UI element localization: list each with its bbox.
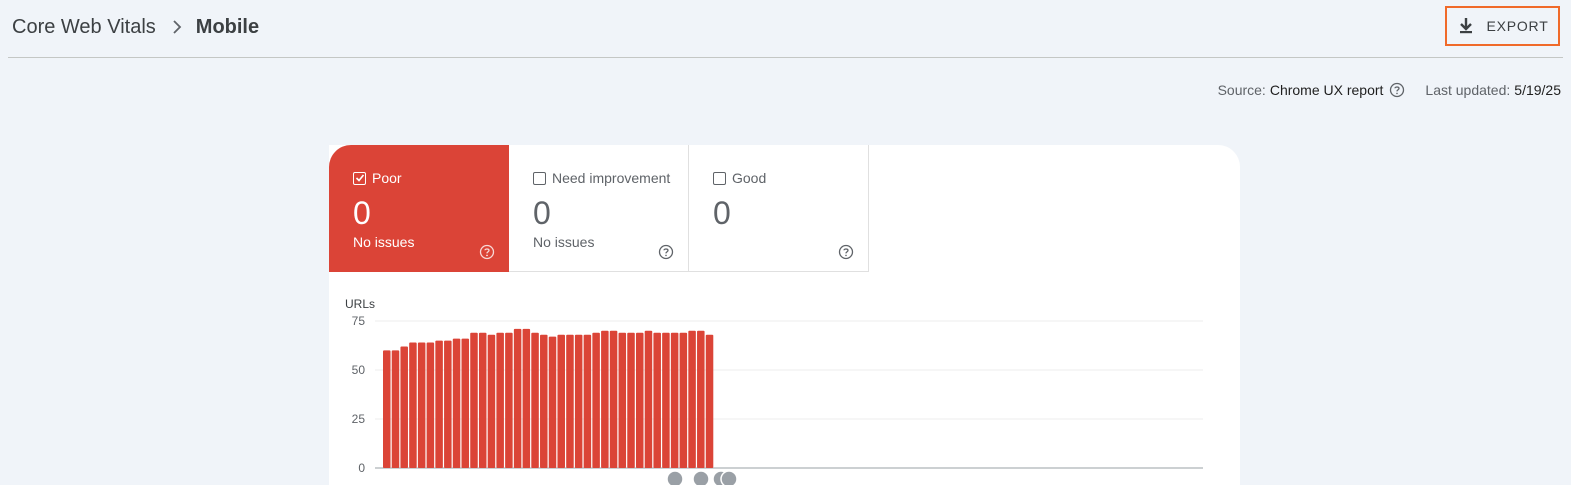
bar bbox=[461, 338, 470, 468]
bar bbox=[662, 332, 670, 468]
checkbox-unchecked-icon[interactable] bbox=[713, 171, 726, 185]
bar bbox=[444, 340, 452, 468]
bar bbox=[452, 338, 461, 468]
bar bbox=[609, 330, 618, 468]
urls-chart: URLs 75 50 25 0 bbox=[329, 272, 1240, 485]
bar bbox=[557, 334, 565, 468]
tile-count: 0 bbox=[353, 195, 371, 231]
status-tiles: Poor 0 No issues Need improvement 0 No i… bbox=[329, 145, 869, 272]
bar bbox=[670, 332, 679, 468]
bar bbox=[522, 328, 531, 468]
bar bbox=[618, 332, 627, 468]
report-meta: Source: Chrome UX report Last updated: 5… bbox=[1218, 80, 1561, 100]
last-updated-value: 5/19/25 bbox=[1514, 82, 1561, 98]
last-updated-label: Last updated: bbox=[1425, 82, 1511, 98]
y-tick-label: 0 bbox=[358, 461, 365, 475]
bar bbox=[513, 328, 522, 468]
bar bbox=[653, 332, 661, 468]
tile-label: Poor bbox=[372, 170, 402, 186]
header-divider bbox=[8, 57, 1563, 58]
annotation-marker bbox=[692, 470, 710, 485]
tile-label: Need improvement bbox=[552, 170, 671, 186]
bar bbox=[435, 340, 443, 468]
bar bbox=[705, 334, 714, 468]
bar bbox=[487, 334, 496, 468]
urls-bar-chart: URLs 75 50 25 0 bbox=[345, 297, 1203, 485]
checkbox-checked-icon[interactable] bbox=[353, 171, 366, 185]
bar bbox=[391, 350, 400, 468]
checkbox-unchecked-icon[interactable] bbox=[533, 171, 546, 185]
bar bbox=[679, 332, 688, 468]
tile-poor[interactable]: Poor 0 No issues bbox=[329, 145, 509, 272]
bar bbox=[635, 332, 644, 468]
bar bbox=[540, 334, 548, 468]
y-axis-label: URLs bbox=[345, 297, 375, 311]
download-icon bbox=[1460, 18, 1473, 34]
annotation-marker bbox=[720, 470, 738, 485]
bar bbox=[417, 342, 426, 468]
export-label: EXPORT bbox=[1486, 18, 1549, 34]
export-button[interactable]: EXPORT bbox=[1445, 6, 1560, 46]
bar bbox=[496, 332, 504, 468]
tile-good[interactable]: Good 0 bbox=[689, 145, 869, 272]
chevron-right-icon bbox=[172, 19, 182, 35]
bar bbox=[400, 346, 408, 468]
status-card: Poor 0 No issues Need improvement 0 No i… bbox=[329, 145, 1240, 485]
bar bbox=[592, 332, 600, 468]
bar bbox=[383, 350, 391, 468]
breadcrumb-parent-link[interactable]: Core Web Vitals bbox=[12, 16, 156, 39]
bar bbox=[697, 330, 705, 468]
tile-label: Good bbox=[732, 170, 767, 186]
y-tick-label: 50 bbox=[352, 363, 366, 377]
bar bbox=[531, 332, 539, 468]
bar bbox=[470, 332, 478, 468]
bar bbox=[627, 332, 635, 468]
help-icon[interactable] bbox=[479, 244, 495, 260]
y-tick-label: 75 bbox=[352, 314, 366, 328]
bar bbox=[409, 342, 417, 468]
source-label: Source: bbox=[1217, 82, 1266, 98]
y-tick-label: 25 bbox=[352, 412, 366, 426]
bar bbox=[505, 332, 513, 468]
help-icon[interactable] bbox=[838, 244, 854, 260]
bar bbox=[566, 334, 574, 468]
bar bbox=[478, 332, 487, 468]
tile-subtitle: No issues bbox=[533, 234, 595, 250]
page-title: Mobile bbox=[195, 15, 260, 38]
tile-count: 0 bbox=[533, 195, 551, 231]
page-header: Core Web Vitals Mobile EXPORT bbox=[0, 0, 1571, 58]
bar bbox=[574, 334, 583, 468]
tile-subtitle: No issues bbox=[353, 234, 415, 250]
breadcrumb: Core Web Vitals Mobile bbox=[12, 14, 259, 40]
tile-count: 0 bbox=[713, 195, 731, 231]
bar bbox=[601, 330, 609, 468]
help-icon[interactable] bbox=[658, 244, 674, 260]
tile-need-improvement[interactable]: Need improvement 0 No issues bbox=[509, 145, 689, 272]
annotation-marker bbox=[666, 470, 684, 485]
bar bbox=[426, 342, 435, 468]
help-icon[interactable] bbox=[1389, 82, 1405, 98]
source-value: Chrome UX report bbox=[1269, 82, 1384, 98]
bar bbox=[644, 330, 653, 468]
bar bbox=[548, 336, 557, 468]
bar bbox=[688, 330, 696, 468]
bar bbox=[583, 334, 592, 468]
